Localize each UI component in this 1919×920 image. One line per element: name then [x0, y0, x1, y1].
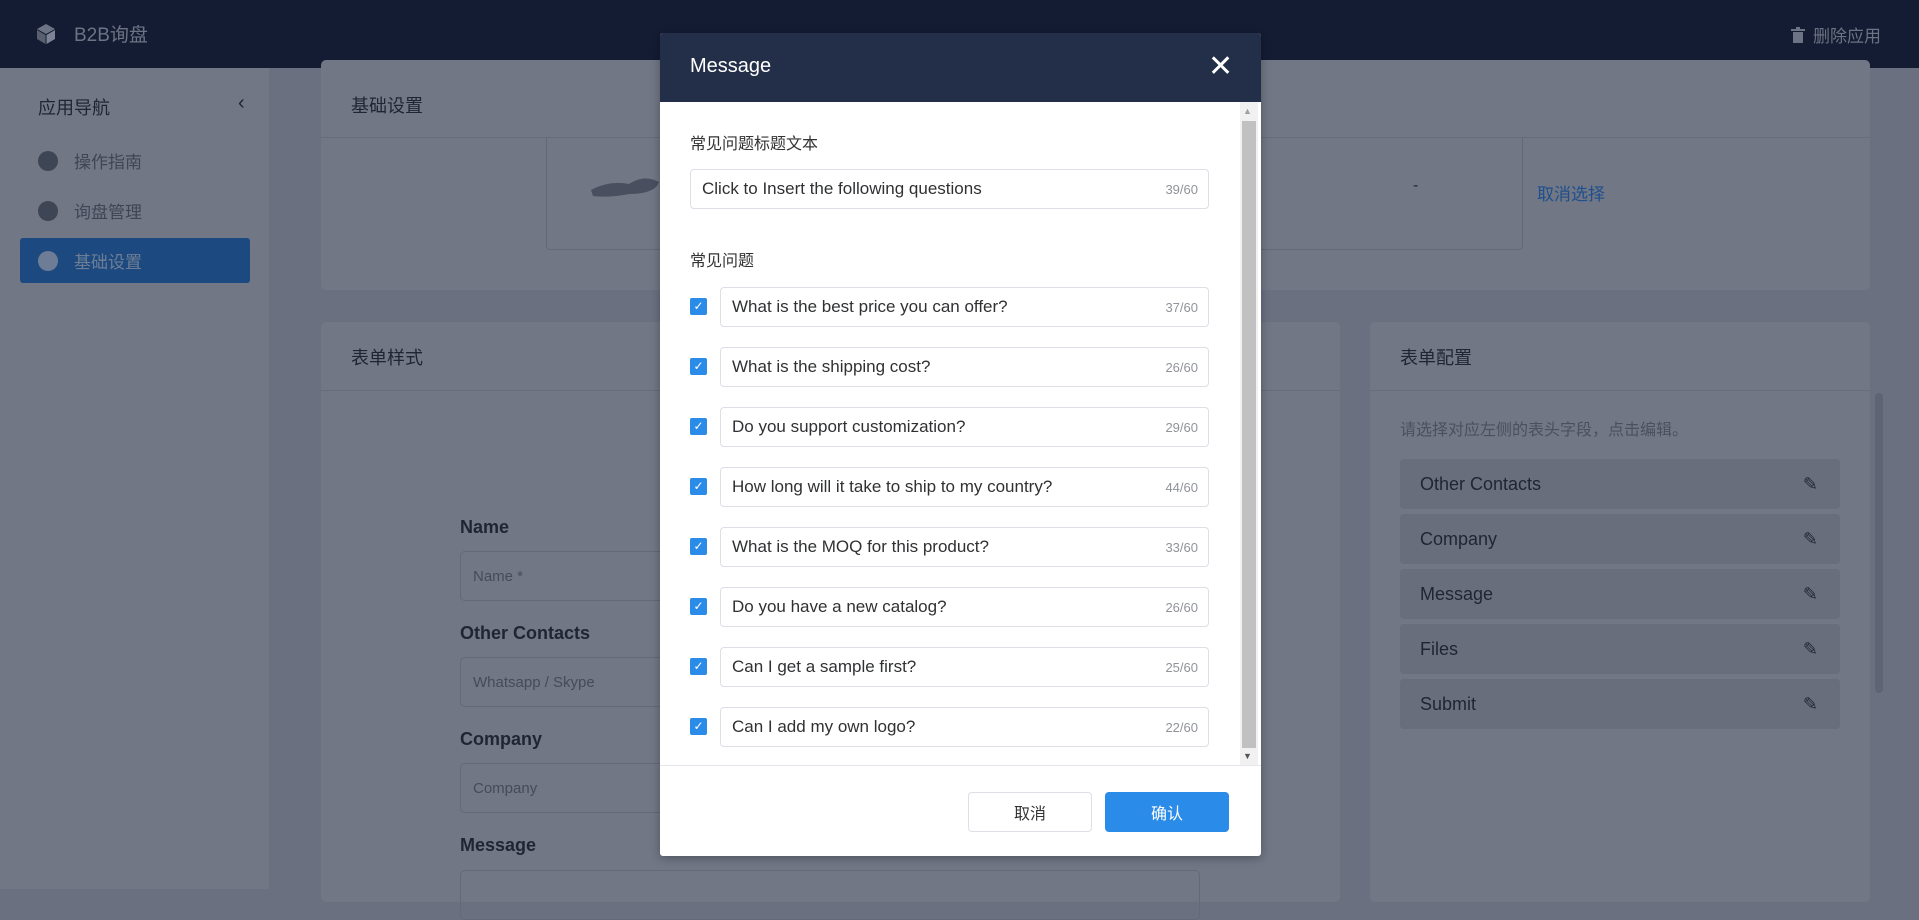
trash-icon: [1791, 26, 1805, 43]
question-input[interactable]: How long will it take to ship to my coun…: [720, 467, 1209, 507]
message-modal: Message ✕ 常见问题标题文本 Click to Insert the f…: [660, 33, 1261, 856]
app-name: B2B询盘: [74, 25, 148, 46]
deselect-link[interactable]: 取消选择: [1537, 180, 1605, 205]
char-count: 37/60: [1165, 299, 1198, 315]
input-value: Do you support customization?: [732, 417, 966, 436]
question-input[interactable]: Do you support customization? 29/60: [720, 407, 1209, 447]
question-input[interactable]: Can I get a sample first? 25/60: [720, 647, 1209, 687]
config-item-label: Message: [1420, 583, 1494, 604]
char-count: 22/60: [1165, 719, 1198, 735]
cube-icon: [37, 23, 55, 44]
question-input[interactable]: Do you have a new catalog? 26/60: [720, 587, 1209, 627]
sidebar-item-inquiries[interactable]: 询盘管理: [20, 188, 250, 233]
field-label: Message: [460, 835, 537, 855]
input-value: Click to Insert the following questions: [702, 179, 982, 198]
card-title: 表单样式: [351, 348, 423, 368]
question-checkbox[interactable]: ✓: [690, 538, 707, 555]
input-value: How long will it take to ship to my coun…: [732, 477, 1053, 496]
config-item-label: Other Contacts: [1420, 473, 1542, 494]
question-input[interactable]: What is the MOQ for this product? 33/60: [720, 527, 1209, 567]
config-item-label: Submit: [1420, 693, 1477, 714]
pencil-icon[interactable]: ✎: [1803, 694, 1818, 715]
modal-scrollbar-thumb[interactable]: [1242, 121, 1256, 748]
faq-label: 常见问题: [690, 253, 755, 270]
question-input[interactable]: What is the shipping cost? 26/60: [720, 347, 1209, 387]
collapse-chevron-icon[interactable]: ‹: [238, 92, 245, 115]
question-checkbox[interactable]: ✓: [690, 658, 707, 675]
input-value: What is the MOQ for this product?: [732, 537, 989, 556]
cancel-button[interactable]: 取消: [968, 792, 1092, 832]
sidebar-item-basic-settings[interactable]: 基础设置: [20, 238, 250, 283]
input-value: Can I add my own logo?: [732, 717, 916, 736]
config-item[interactable]: Message ✎: [1400, 569, 1840, 619]
char-count: 26/60: [1165, 599, 1198, 615]
char-count: 25/60: [1165, 659, 1198, 675]
pencil-icon[interactable]: ✎: [1803, 474, 1818, 495]
question-checkbox[interactable]: ✓: [690, 358, 707, 375]
config-item[interactable]: Files ✎: [1400, 624, 1840, 674]
config-item[interactable]: Submit ✎: [1400, 679, 1840, 729]
sidebar-item-label: 询盘管理: [74, 203, 142, 222]
pencil-icon[interactable]: ✎: [1803, 639, 1818, 660]
config-hint: 请选择对应左侧的表头字段，点击编辑。: [1400, 422, 1689, 439]
question-input[interactable]: Can I add my own logo? 22/60: [720, 707, 1209, 747]
confirm-button[interactable]: 确认: [1105, 792, 1229, 832]
message-input[interactable]: [460, 870, 1200, 920]
scroll-up-arrow-icon[interactable]: ▲: [1243, 106, 1252, 116]
config-item-label: Company: [1420, 528, 1498, 549]
char-count: 33/60: [1165, 539, 1198, 555]
config-item-label: Files: [1420, 638, 1459, 659]
footer-divider: [660, 765, 1261, 766]
question-input[interactable]: What is the best price you can offer? 37/…: [720, 287, 1209, 327]
sidebar-title: 应用导航: [38, 98, 110, 118]
input-value: Can I get a sample first?: [732, 657, 917, 676]
question-checkbox[interactable]: ✓: [690, 478, 707, 495]
input-value: What is the shipping cost?: [732, 357, 931, 376]
faq-title-input[interactable]: Click to Insert the following questions 3…: [690, 169, 1209, 209]
char-count: 39/60: [1165, 181, 1198, 197]
char-count: 29/60: [1165, 419, 1198, 435]
price-value: -: [1413, 177, 1419, 194]
page-scrollbar[interactable]: [1875, 393, 1883, 693]
char-count: 44/60: [1165, 479, 1198, 495]
navigation-icon: [38, 150, 58, 171]
field-label: Company: [460, 729, 543, 749]
product-image: [591, 178, 659, 197]
question-checkbox[interactable]: ✓: [690, 298, 707, 315]
card-title: 表单配置: [1400, 348, 1472, 368]
config-item[interactable]: Other Contacts ✎: [1400, 459, 1840, 509]
question-checkbox[interactable]: ✓: [690, 598, 707, 615]
input-value: What is the best price you can offer?: [732, 297, 1008, 316]
config-item[interactable]: Company ✎: [1400, 514, 1840, 564]
input-value: Do you have a new catalog?: [732, 597, 947, 616]
chat-icon: [38, 200, 58, 221]
gear-icon: [38, 250, 58, 271]
delete-app-button[interactable]: 删除应用: [1791, 22, 1881, 47]
card-title: 基础设置: [351, 96, 423, 116]
question-checkbox[interactable]: ✓: [690, 418, 707, 435]
modal-header: Message ✕: [660, 33, 1261, 102]
close-icon[interactable]: ✕: [1208, 47, 1233, 87]
faq-title-label: 常见问题标题文本: [690, 136, 819, 153]
brand: B2B询盘: [36, 20, 148, 47]
field-label: Name: [460, 517, 510, 537]
pencil-icon[interactable]: ✎: [1803, 529, 1818, 550]
delete-app-label: 删除应用: [1813, 27, 1881, 46]
sidebar-item-guide[interactable]: 操作指南: [20, 138, 250, 183]
char-count: 26/60: [1165, 359, 1198, 375]
modal-title: Message: [690, 55, 772, 77]
field-label: Other Contacts: [460, 623, 591, 643]
scroll-down-arrow-icon[interactable]: ▼: [1243, 751, 1252, 761]
pencil-icon[interactable]: ✎: [1803, 584, 1818, 605]
sidebar-item-label: 操作指南: [74, 153, 142, 172]
question-checkbox[interactable]: ✓: [690, 718, 707, 735]
sidebar-item-label: 基础设置: [74, 253, 142, 272]
